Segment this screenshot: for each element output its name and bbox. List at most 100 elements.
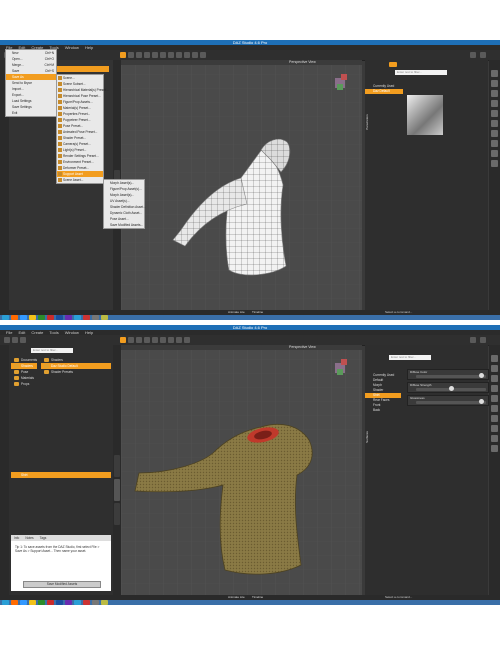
- tool-button[interactable]: [128, 337, 134, 343]
- taskbar-app-icon[interactable]: [38, 600, 45, 605]
- taskbar-app-icon[interactable]: [11, 600, 18, 605]
- tool-button[interactable]: [200, 52, 206, 58]
- taskbar-app-icon[interactable]: [101, 315, 108, 320]
- vertical-tab[interactable]: [114, 503, 120, 525]
- viewport-3d[interactable]: Perspective View: [121, 345, 362, 595]
- taskbar-app-icon[interactable]: [29, 315, 36, 320]
- taskbar-app-icon[interactable]: [29, 600, 36, 605]
- taskbar-app-icon[interactable]: [38, 315, 45, 320]
- tool-icon[interactable]: [491, 365, 498, 372]
- tool-icon[interactable]: [491, 110, 498, 117]
- tool-button[interactable]: [160, 52, 166, 58]
- tool-button[interactable]: [480, 337, 486, 343]
- tool-button[interactable]: [144, 337, 150, 343]
- start-icon[interactable]: [2, 600, 9, 605]
- tool-icon[interactable]: [491, 425, 498, 432]
- start-icon[interactable]: [2, 315, 9, 320]
- taskbar-app-icon[interactable]: [74, 315, 81, 320]
- list-item-selected[interactable]: Daz Default: [365, 89, 403, 94]
- tool-button[interactable]: [176, 52, 182, 58]
- taskbar-app-icon[interactable]: [56, 315, 63, 320]
- tool-button[interactable]: [136, 337, 142, 343]
- tool-button[interactable]: [168, 52, 174, 58]
- submenu-item[interactable]: Save Modified Assets...: [104, 222, 144, 228]
- tab-info[interactable]: Info: [14, 536, 19, 540]
- save-modified-assets-button[interactable]: Save Modified Assets: [23, 581, 101, 588]
- tool-button[interactable]: [184, 52, 190, 58]
- taskbar-app-icon[interactable]: [83, 600, 90, 605]
- panel-tab-active[interactable]: [389, 62, 397, 67]
- slider-diffuse-strength[interactable]: Diffuse Strength: [407, 382, 489, 393]
- taskbar-app-icon[interactable]: [56, 600, 63, 605]
- tool-button[interactable]: [152, 337, 158, 343]
- tab-tags[interactable]: Tags: [40, 536, 47, 540]
- content-item[interactable]: Shader Presets: [41, 369, 111, 375]
- tool-icon[interactable]: [491, 385, 498, 392]
- tool-icon[interactable]: [491, 90, 498, 97]
- slider-knob[interactable]: [479, 373, 485, 378]
- vertical-tab-active[interactable]: [114, 479, 120, 501]
- tool-button[interactable]: [160, 337, 166, 343]
- taskbar-app-icon[interactable]: [20, 315, 27, 320]
- tool-button[interactable]: [4, 337, 10, 343]
- tool-button[interactable]: [120, 337, 126, 343]
- tool-icon[interactable]: [491, 150, 498, 157]
- taskbar-app-icon[interactable]: [47, 600, 54, 605]
- slider-diffuse-color[interactable]: Diffuse Color: [407, 369, 489, 380]
- taskbar-app-icon[interactable]: [11, 315, 18, 320]
- vertical-tab[interactable]: [114, 455, 120, 477]
- tool-icon[interactable]: [491, 140, 498, 147]
- tool-icon[interactable]: [491, 100, 498, 107]
- tool-button[interactable]: [120, 52, 126, 58]
- tool-icon[interactable]: [491, 355, 498, 362]
- taskbar-app-icon[interactable]: [65, 600, 72, 605]
- tool-button[interactable]: [12, 337, 18, 343]
- tool-button[interactable]: [128, 52, 134, 58]
- asset-item-selected[interactable]: Shirt: [11, 472, 111, 478]
- slider-glossiness[interactable]: Glossiness: [407, 395, 489, 406]
- vertical-tab-label[interactable]: Parameters: [365, 114, 369, 130]
- tool-button[interactable]: [470, 337, 476, 343]
- tool-icon[interactable]: [491, 160, 498, 167]
- tool-icon[interactable]: [491, 415, 498, 422]
- taskbar-app-icon[interactable]: [92, 600, 99, 605]
- tool-button[interactable]: [176, 337, 182, 343]
- vertical-tab-label[interactable]: Surfaces: [365, 431, 369, 443]
- preset-thumbnail[interactable]: [407, 95, 443, 135]
- tool-button[interactable]: [470, 52, 476, 58]
- taskbar-app-icon[interactable]: [20, 600, 27, 605]
- viewport-3d[interactable]: Perspective View: [121, 60, 362, 310]
- taskbar-app-icon[interactable]: [92, 315, 99, 320]
- tool-icon[interactable]: [491, 445, 498, 452]
- tool-button[interactable]: [480, 52, 486, 58]
- tool-button[interactable]: [144, 52, 150, 58]
- tool-icon[interactable]: [491, 435, 498, 442]
- folder-item[interactable]: Props: [11, 381, 37, 387]
- tool-icon[interactable]: [491, 375, 498, 382]
- tool-icon[interactable]: [491, 80, 498, 87]
- submenu-item[interactable]: Scene Asset...: [57, 177, 103, 183]
- slider-knob[interactable]: [479, 399, 485, 404]
- menu-item-exit[interactable]: Exit: [6, 110, 56, 116]
- search-input[interactable]: Enter text to filter...: [31, 348, 73, 353]
- tool-button[interactable]: [168, 337, 174, 343]
- tool-button[interactable]: [136, 52, 142, 58]
- search-input[interactable]: Enter text to filter...: [389, 355, 431, 360]
- tool-button[interactable]: [192, 52, 198, 58]
- search-input[interactable]: Enter text to filter...: [395, 70, 447, 75]
- tab-notes[interactable]: Notes: [25, 536, 33, 540]
- tool-icon[interactable]: [491, 120, 498, 127]
- taskbar-app-icon[interactable]: [65, 315, 72, 320]
- tree-item[interactable]: Back: [365, 408, 401, 413]
- tool-icon[interactable]: [491, 395, 498, 402]
- taskbar-app-icon[interactable]: [83, 315, 90, 320]
- tool-button[interactable]: [20, 337, 26, 343]
- taskbar-app-icon[interactable]: [101, 600, 108, 605]
- taskbar-app-icon[interactable]: [47, 315, 54, 320]
- taskbar-app-icon[interactable]: [74, 600, 81, 605]
- tool-icon[interactable]: [491, 70, 498, 77]
- tool-icon[interactable]: [491, 405, 498, 412]
- slider-knob[interactable]: [448, 386, 454, 391]
- tool-icon[interactable]: [491, 130, 498, 137]
- tool-button[interactable]: [184, 337, 190, 343]
